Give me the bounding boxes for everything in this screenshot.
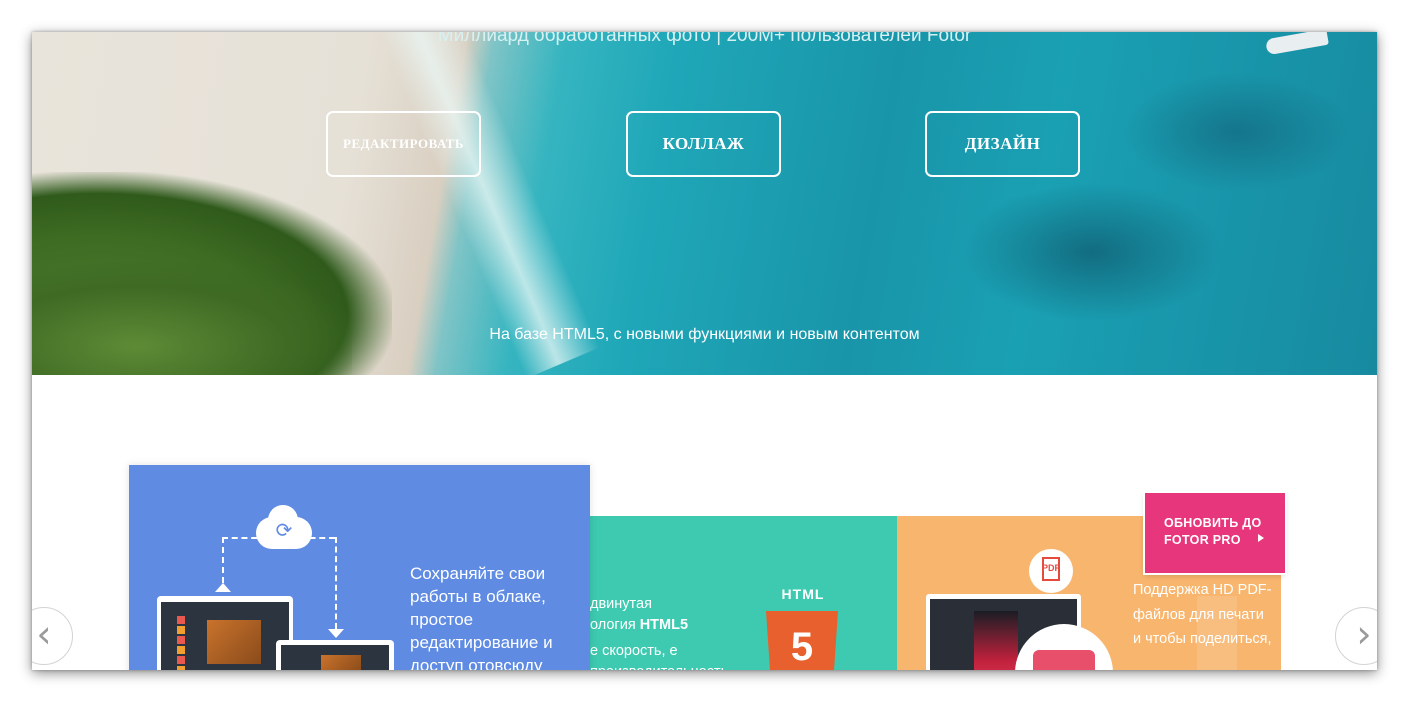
- design-button[interactable]: ДИЗАЙН: [925, 111, 1080, 177]
- play-arrow-icon: [1258, 534, 1264, 542]
- tablet-illustration: [276, 640, 394, 670]
- upgrade-pro-label: ОБНОВИТЬ ДО FOTOR PRO: [1164, 516, 1262, 547]
- pdf-icon: PDF: [1029, 549, 1073, 593]
- html5-icon: 5: [766, 611, 838, 670]
- edit-button[interactable]: РЕДАКТИРОВАТЬ: [326, 111, 481, 177]
- chevron-left-icon[interactable]: ‹: [32, 607, 73, 665]
- laptop-illustration: [157, 596, 293, 670]
- html5-text-line1: двинутая: [590, 596, 652, 612]
- upload-arrow-icon: [215, 583, 231, 592]
- html5-text-bold: HTML5: [639, 617, 689, 633]
- hero-banner: Миллиард обработанных фото | 200M+ польз…: [32, 32, 1377, 375]
- browser-viewport: Миллиард обработанных фото | 200M+ польз…: [32, 32, 1377, 670]
- collage-button[interactable]: КОЛЛАЖ: [626, 111, 781, 177]
- cloud-feature-text: Сохраняйте свои работы в облаке, простое…: [410, 564, 553, 670]
- hero-subline: На базе HTML5, с новыми функциями и новы…: [489, 326, 920, 343]
- hero-tagline: Миллиард обработанных фото | 200M+ польз…: [437, 32, 972, 46]
- upgrade-pro-button[interactable]: ОБНОВИТЬ ДО FOTOR PRO: [1145, 493, 1285, 573]
- html5-feature-text-2: е скорость, е производительность: [590, 643, 728, 670]
- download-arrow-icon: [328, 629, 344, 638]
- html5-text-line2: ология: [590, 617, 640, 633]
- cloud-feature-card[interactable]: ⟳ Сохраняйте свои работы в облаке, прост…: [129, 465, 590, 670]
- chevron-right-icon[interactable]: ›: [1335, 607, 1377, 665]
- cloud-sync-icon: ⟳: [256, 505, 312, 549]
- pdf-feature-text: Поддержка HD PDF-файлов для печати и что…: [1133, 582, 1272, 647]
- html5-feature-card[interactable]: двинутая ология HTML5 е скорость, е прои…: [590, 516, 897, 670]
- html5-feature-text: двинутая ология HTML5: [590, 594, 765, 636]
- html5-label: HTML: [781, 586, 825, 602]
